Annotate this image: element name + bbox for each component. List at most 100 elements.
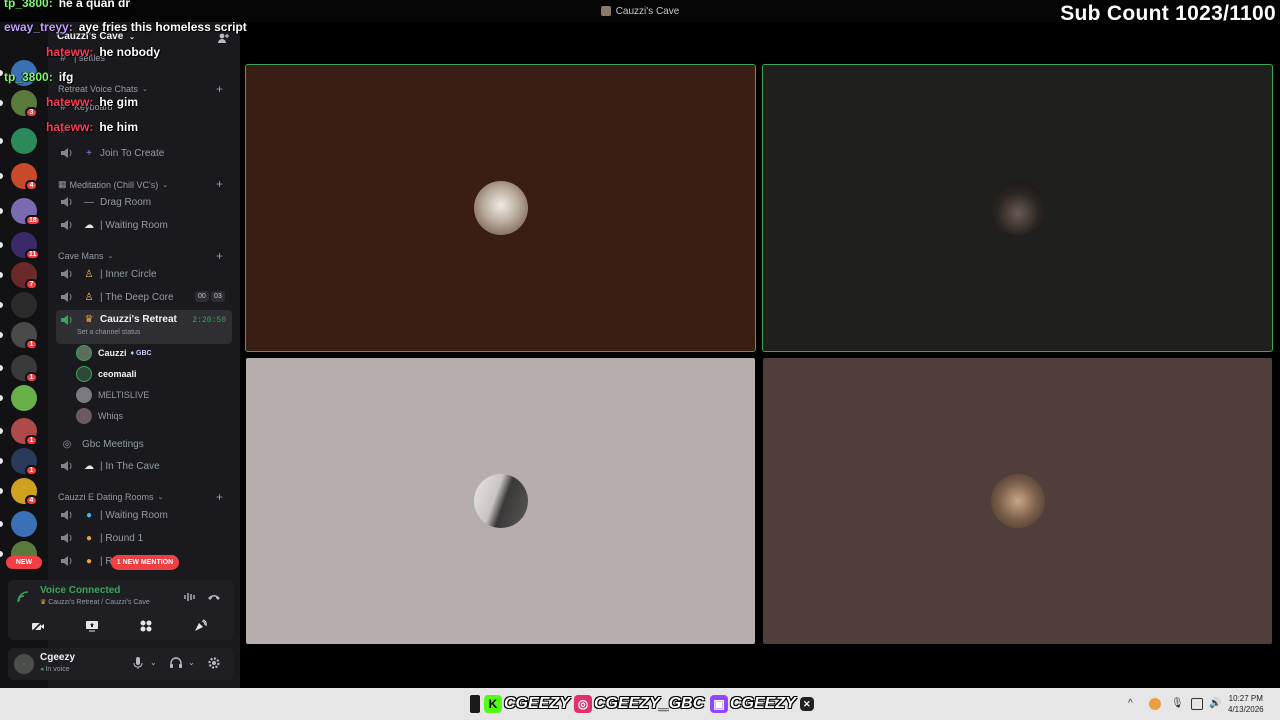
display-icon[interactable] <box>1191 698 1203 710</box>
voice-member[interactable]: Cauzzi ♦ GBC <box>76 344 152 362</box>
video-tile[interactable] <box>762 64 1273 352</box>
category-dating-rooms[interactable]: Cauzzi E Dating Rooms ⌄ <box>58 492 163 502</box>
add-channel-icon[interactable]: + <box>216 83 223 95</box>
video-tile[interactable] <box>245 64 756 352</box>
channel-dating-waiting-room[interactable]: ● | Waiting Room <box>56 505 232 525</box>
channel-gbc-meetings[interactable]: ◎ Gbc Meetings <box>56 434 232 454</box>
social-kick: K CGEEZY <box>470 693 570 715</box>
add-channel-icon[interactable]: + <box>216 491 223 503</box>
server-icon[interactable] <box>11 292 37 318</box>
add-channel-icon[interactable]: + <box>216 178 223 190</box>
avatar <box>76 345 92 361</box>
soundboard-button[interactable] <box>176 617 224 635</box>
medal-icon: ● <box>85 555 93 567</box>
voice-member[interactable]: Whiqs <box>76 407 123 425</box>
chat-message: tp_3800: he a quan dr <box>4 0 130 10</box>
disconnect-icon[interactable] <box>207 590 221 604</box>
channel-join-to-create[interactable]: + Join To Create <box>56 143 232 163</box>
social-handle: CGEEZY_GBC <box>594 695 705 712</box>
water-icon: ● <box>85 509 93 521</box>
chevron-down-icon[interactable]: ⌄ <box>188 658 195 667</box>
speaker-icon <box>61 148 72 158</box>
gear-icon[interactable] <box>207 656 221 670</box>
category-retreat-voice-chats[interactable]: Retreat Voice Chats ⌄ <box>58 84 148 94</box>
social-instagram: ◎ CGEEZY_GBC <box>574 693 704 715</box>
chat-text: ifg <box>58 70 74 84</box>
chevron-up-icon[interactable]: ^ <box>1128 698 1140 710</box>
avatar <box>473 474 528 528</box>
camera-toggle-button[interactable] <box>14 617 62 635</box>
category-cave-mans[interactable]: Cave Mans ⌄ <box>58 251 113 261</box>
chat-message: eway_treyy: aye fries this homeless scrip… <box>4 20 247 34</box>
voice-member[interactable]: MELTISLIVE <box>76 386 149 404</box>
channel-label: | In The Cave <box>100 460 160 472</box>
app-root: Cauzzi's Cave 34181171111415 NEW Cauzzi'… <box>0 0 1280 720</box>
chevron-down-icon: ⌄ <box>107 253 114 260</box>
windows-start-icon[interactable] <box>470 695 480 713</box>
channel-waiting-room[interactable]: ☁ | Waiting Room <box>56 215 232 235</box>
category-meditation[interactable]: ▦ Meditation (Chill VC's) ⌄ <box>58 179 168 190</box>
add-channel-icon[interactable]: + <box>216 250 223 262</box>
channel-label: Drag Room <box>100 196 152 208</box>
volume-icon[interactable]: 🔊 <box>1209 698 1221 710</box>
avatar <box>990 474 1045 528</box>
speaker-icon <box>61 292 72 302</box>
channel-round-1[interactable]: ● | Round 1 <box>56 528 232 548</box>
channel-drag-room[interactable]: — Drag Room <box>56 192 232 212</box>
camera-off-icon <box>31 619 45 633</box>
voice-location-label: Cauzzi's Retreat / Cauzzi's Cave <box>48 599 150 606</box>
guild-tag-label: GBC <box>136 349 152 357</box>
new-servers-pill[interactable]: NEW <box>6 556 42 569</box>
chat-username: hateww: <box>46 45 94 59</box>
user-status-label: In voice <box>45 666 70 673</box>
channel-inner-circle[interactable]: ♙ | Inner Circle <box>56 264 232 284</box>
member-name: ceomaali <box>98 369 137 379</box>
server-icon[interactable] <box>11 511 37 537</box>
connection-signal-icon[interactable] <box>16 590 30 604</box>
mention-badge: 18 <box>25 215 41 226</box>
kick-logo-icon: K <box>484 695 502 713</box>
category-label: Retreat Voice Chats <box>58 84 139 94</box>
voice-member[interactable]: ceomaali <box>76 365 137 383</box>
instagram-logo-icon: ◎ <box>574 695 592 713</box>
mention-badge: 1 <box>25 339 38 350</box>
voice-location[interactable]: ♛ Cauzzi's Retreat / Cauzzi's Cave <box>40 598 150 606</box>
x-logo-icon: ✕ <box>799 697 814 711</box>
member-count-badge: 00 <box>195 291 209 302</box>
medal-icon: ● <box>85 532 93 544</box>
mention-badge: 4 <box>25 180 38 191</box>
channel-label: Gbc Meetings <box>82 438 144 450</box>
screen-share-button[interactable] <box>68 617 116 635</box>
voice-connected-label[interactable]: Voice Connected <box>40 585 120 596</box>
mention-badge: 1 <box>25 372 38 383</box>
cloud-icon: ☁ <box>84 219 94 231</box>
chat-username: hateww: <box>46 120 94 134</box>
video-tile[interactable] <box>763 358 1272 644</box>
app-tray-icon[interactable] <box>1149 698 1161 710</box>
cloud-icon: ☁ <box>84 460 94 472</box>
microphone-icon[interactable] <box>131 656 145 670</box>
server-icon[interactable] <box>11 385 37 411</box>
soundboard-icon <box>195 619 207 631</box>
user-name[interactable]: Cgeezy <box>40 652 75 663</box>
speaker-icon <box>61 315 72 325</box>
channel-status-hint[interactable]: Set a channel status <box>77 329 140 336</box>
channel-cauzzis-retreat[interactable]: ♛ Cauzzi's Retreat 2:20:50 Set a channel… <box>56 310 232 344</box>
video-tile[interactable] <box>246 358 755 644</box>
headphones-icon[interactable] <box>169 656 183 670</box>
sub-count-overlay: Sub Count 1023/1100 <box>1060 2 1276 25</box>
user-avatar[interactable] <box>14 654 34 674</box>
new-mention-pill[interactable]: 1 NEW MENTION <box>111 555 179 570</box>
noise-suppression-icon[interactable] <box>183 590 197 604</box>
channel-timer: 2:20:50 <box>192 316 226 325</box>
chat-username: tp_3800: <box>4 0 53 10</box>
activities-button[interactable] <box>122 617 170 635</box>
channel-label: | The Deep Core <box>100 291 174 303</box>
server-icon <box>600 6 611 16</box>
crown-icon: ♛ <box>40 599 47 606</box>
chevron-down-icon[interactable]: ⌄ <box>150 658 157 667</box>
channel-in-the-cave[interactable]: ☁ | In The Cave <box>56 456 232 476</box>
chat-message: hateww: he him <box>4 120 138 134</box>
tray-clock[interactable]: 10:27 PM 4/13/2026 <box>1228 693 1264 715</box>
microphone-icon[interactable]: 🎙 <box>1171 698 1184 710</box>
